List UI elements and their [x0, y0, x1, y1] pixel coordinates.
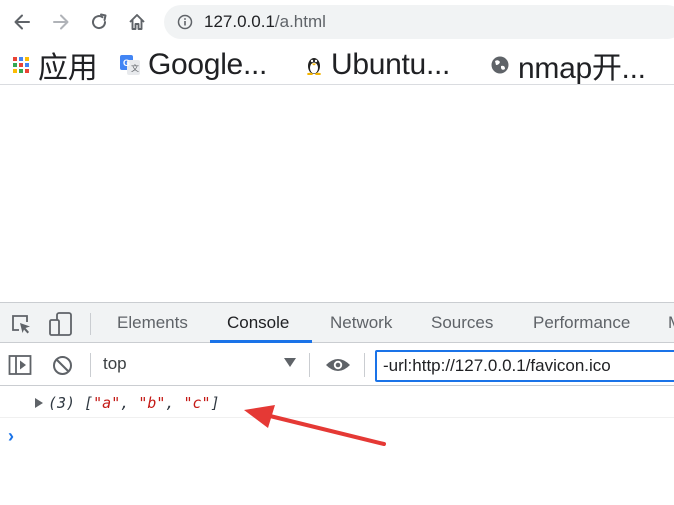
bookmark-label: nmap开... [518, 51, 646, 85]
bookmark-google[interactable]: G文 Google... [120, 44, 267, 85]
site-info-icon[interactable] [177, 14, 193, 35]
device-toolbar-button[interactable] [48, 311, 74, 342]
inspect-element-button[interactable] [10, 313, 32, 340]
log-array-preview: (3) ["a", "b", "c"] [48, 394, 220, 412]
toolbar-divider [309, 353, 310, 377]
array-item: "b" [138, 394, 166, 412]
back-button[interactable] [8, 8, 36, 36]
url-text: 127.0.0.1/a.html [204, 12, 326, 32]
svg-text:G: G [123, 58, 130, 68]
bookmark-label: Ubuntu... [331, 47, 451, 81]
forward-button[interactable] [47, 8, 75, 36]
inspect-cursor-icon [12, 315, 30, 334]
svg-text:文: 文 [131, 63, 139, 73]
console-toolbar: top -url:http://127.0.0.1/favicon.ico [0, 344, 674, 386]
block-icon [53, 356, 72, 375]
tab-elements[interactable]: Elements [117, 303, 188, 343]
bookmark-label: 应用 [38, 51, 98, 85]
arrow-right-icon [53, 14, 69, 30]
globe-icon [490, 55, 510, 75]
array-item: "a" [93, 394, 121, 412]
console-prompt-icon[interactable]: › [8, 426, 14, 447]
device-mobile-icon [49, 312, 72, 336]
array-open-bracket: [ [84, 394, 94, 412]
bookmark-apps[interactable]: 应用 [12, 44, 98, 85]
tab-console[interactable]: Console [227, 303, 289, 343]
bookmark-ubuntu[interactable]: Ubuntu... [305, 44, 450, 85]
home-button[interactable] [123, 8, 151, 36]
apps-grid-icon [12, 56, 30, 74]
array-item: "c" [183, 394, 211, 412]
toolbar-divider [90, 353, 91, 377]
tab-performance[interactable]: Performance [533, 303, 630, 343]
bookmarks-bar: 应用 G文 Google... Ubuntu... nmap开... [0, 44, 674, 85]
execution-context-select[interactable]: top [103, 354, 127, 374]
arrow-left-icon [14, 14, 30, 30]
active-tab-indicator [210, 340, 312, 343]
array-count: (3) [48, 394, 76, 412]
show-sidebar-button[interactable] [8, 354, 32, 381]
tab-memory[interactable]: M [668, 303, 674, 343]
expand-triangle-icon[interactable] [35, 398, 43, 408]
tab-network[interactable]: Network [330, 303, 392, 343]
live-expression-button[interactable] [325, 357, 351, 378]
console-log-row[interactable]: (3) ["a", "b", "c"] [0, 387, 674, 418]
toolbar-divider [90, 313, 91, 335]
address-bar[interactable]: 127.0.0.1/a.html [164, 5, 674, 39]
console-filter-input[interactable]: -url:http://127.0.0.1/favicon.ico [375, 350, 674, 382]
eye-icon [326, 359, 350, 371]
sidebar-toggle-icon [8, 355, 32, 375]
url-path: /a.html [274, 12, 326, 31]
url-host: 127.0.0.1 [204, 12, 275, 31]
bookmark-nmap[interactable]: nmap开... [490, 44, 646, 85]
reload-icon [92, 13, 107, 30]
devtools-panel: Elements Console Network Sources Perform… [0, 302, 674, 505]
chevron-down-icon[interactable] [284, 358, 296, 367]
tab-sources[interactable]: Sources [431, 303, 493, 343]
reload-button[interactable] [85, 8, 113, 36]
home-icon [129, 14, 145, 30]
bookmark-label: Google... [148, 47, 268, 81]
browser-toolbar: 127.0.0.1/a.html [0, 0, 674, 44]
devtools-tab-bar: Elements Console Network Sources Perform… [0, 303, 674, 343]
array-close-bracket: ] [210, 394, 220, 412]
array-separator: , [165, 394, 184, 412]
toolbar-divider [364, 353, 365, 377]
google-translate-icon: G文 [120, 54, 140, 75]
array-separator: , [120, 394, 139, 412]
tux-penguin-icon [305, 55, 323, 75]
clear-console-button[interactable] [52, 355, 73, 381]
